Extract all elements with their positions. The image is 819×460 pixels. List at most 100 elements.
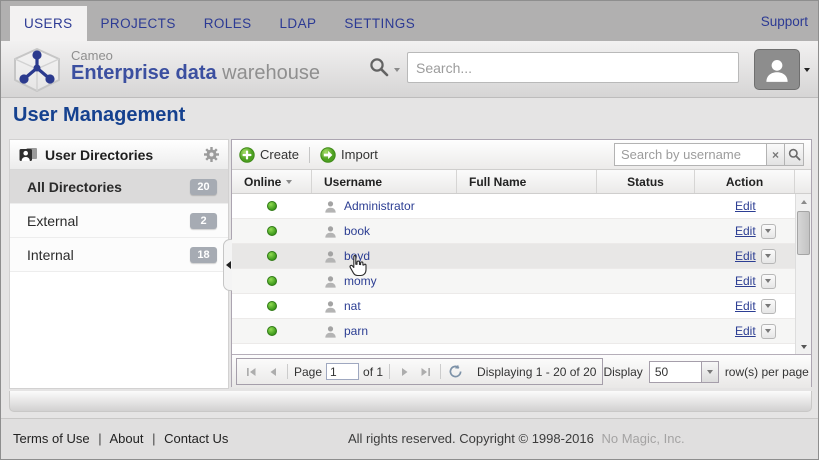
grid-toolbar: Create Import ×	[232, 140, 811, 170]
page-size-select[interactable]: 50	[649, 361, 719, 383]
username-link[interactable]: Administrator	[344, 199, 415, 213]
table-row[interactable]: momy Edit	[232, 269, 795, 294]
count-badge: 18	[190, 247, 217, 263]
edit-link[interactable]: Edit	[735, 249, 756, 263]
username-link[interactable]: momy	[344, 274, 377, 288]
top-navigation: USERS PROJECTS ROLES LDAP SETTINGS Suppo…	[1, 1, 818, 41]
edit-menu-button[interactable]	[761, 299, 776, 314]
last-page-button[interactable]	[417, 363, 434, 380]
tab-roles[interactable]: ROLES	[190, 6, 266, 41]
next-page-icon	[400, 367, 410, 377]
next-page-button[interactable]	[396, 363, 413, 380]
scroll-up-button[interactable]	[796, 194, 811, 209]
last-page-icon	[420, 367, 431, 377]
terms-of-use-link[interactable]: Terms of Use	[13, 431, 90, 446]
chevron-down-icon	[765, 329, 771, 333]
display-label: Display	[603, 365, 642, 379]
username-search-input[interactable]	[614, 143, 766, 166]
arrow-up-icon	[801, 200, 807, 204]
brand-text: Cameo Enterprise data warehouse	[71, 49, 320, 84]
column-header-status[interactable]: Status	[597, 170, 695, 193]
chevron-down-icon	[765, 254, 771, 258]
person-icon	[324, 325, 337, 338]
tab-ldap[interactable]: LDAP	[266, 6, 331, 41]
status-cell	[597, 294, 695, 318]
scroll-down-button[interactable]	[796, 339, 811, 354]
avatar-menu-caret-icon[interactable]	[804, 68, 810, 72]
app-window: USERS PROJECTS ROLES LDAP SETTINGS Suppo…	[0, 0, 819, 460]
gear-icon[interactable]	[204, 147, 219, 162]
rows-per-page-label: row(s) per page	[725, 365, 809, 379]
edit-menu-button[interactable]	[761, 224, 776, 239]
sidebar-item-internal[interactable]: Internal 18	[10, 238, 228, 272]
column-header-username[interactable]: Username	[312, 170, 457, 193]
username-link[interactable]: parn	[344, 324, 368, 338]
refresh-button[interactable]	[447, 363, 464, 380]
submit-search-button[interactable]	[785, 143, 804, 166]
user-avatar[interactable]	[754, 49, 800, 90]
chevron-down-icon	[765, 229, 771, 233]
sidebar-item-all-directories[interactable]: All Directories 20	[10, 170, 228, 204]
magnifier-icon	[788, 148, 801, 161]
action-cell: Edit	[695, 194, 795, 218]
clear-search-button[interactable]: ×	[766, 143, 785, 166]
username-cell: boyd	[312, 244, 457, 268]
create-button[interactable]: Create	[239, 147, 299, 163]
import-button[interactable]: Import	[320, 147, 378, 163]
users-grid-panel: Create Import ×	[231, 139, 812, 387]
title-bar: User Management	[1, 98, 818, 135]
username-link[interactable]: nat	[344, 299, 361, 313]
column-header-fullname[interactable]: Full Name	[457, 170, 597, 193]
edit-menu-button[interactable]	[761, 274, 776, 289]
edit-link[interactable]: Edit	[735, 274, 756, 288]
username-link[interactable]: boyd	[344, 249, 370, 263]
global-search-input[interactable]	[407, 52, 739, 83]
person-icon	[324, 275, 337, 288]
sidebar-item-external[interactable]: External 2	[10, 204, 228, 238]
edit-link[interactable]: Edit	[735, 199, 756, 213]
select-arrow-button[interactable]	[701, 362, 718, 382]
table-row[interactable]: nat Edit	[232, 294, 795, 319]
scrollbar-thumb[interactable]	[797, 211, 810, 255]
table-row[interactable]: Administrator Edit	[232, 194, 795, 219]
fullname-cell	[457, 219, 597, 243]
tab-projects[interactable]: PROJECTS	[87, 6, 190, 41]
sidebar-collapse-handle[interactable]	[223, 239, 232, 291]
about-link[interactable]: About	[110, 431, 144, 446]
tab-users[interactable]: USERS	[10, 6, 87, 41]
edit-menu-button[interactable]	[761, 324, 776, 339]
online-status-icon	[267, 251, 277, 261]
column-header-online[interactable]: Online	[232, 170, 312, 193]
support-link[interactable]: Support	[761, 1, 808, 41]
edit-link[interactable]: Edit	[735, 299, 756, 313]
table-row[interactable]: parn Edit	[232, 319, 795, 344]
pager-divider	[440, 364, 441, 379]
status-cell	[597, 194, 695, 218]
company-link[interactable]: No Magic, Inc.	[602, 431, 685, 446]
edit-link[interactable]: Edit	[735, 324, 756, 338]
table-row[interactable]: book Edit	[232, 219, 795, 244]
vertical-scrollbar[interactable]	[795, 194, 811, 354]
search-icon[interactable]	[369, 57, 390, 78]
collapse-arrow-icon	[226, 261, 231, 269]
prev-page-button[interactable]	[264, 363, 281, 380]
user-directories-panel: User Directories All Directories 20	[9, 139, 229, 389]
action-cell: Edit	[695, 269, 795, 293]
action-cell: Edit	[695, 244, 795, 268]
search-scope-caret-icon[interactable]	[394, 68, 400, 72]
online-status-icon	[267, 226, 277, 236]
tab-settings[interactable]: SETTINGS	[330, 6, 429, 41]
count-badge: 2	[190, 213, 217, 229]
table-row[interactable]: boyd Edit	[232, 244, 795, 269]
page-number-input[interactable]	[326, 363, 359, 380]
person-icon	[324, 225, 337, 238]
directories-icon	[19, 147, 38, 162]
refresh-icon	[448, 364, 463, 379]
column-header-action[interactable]: Action	[695, 170, 795, 193]
username-link[interactable]: book	[344, 224, 370, 238]
first-page-button[interactable]	[243, 363, 260, 380]
contact-us-link[interactable]: Contact Us	[164, 431, 228, 446]
edit-menu-button[interactable]	[761, 249, 776, 264]
edit-link[interactable]: Edit	[735, 224, 756, 238]
column-header-filler	[795, 170, 811, 193]
